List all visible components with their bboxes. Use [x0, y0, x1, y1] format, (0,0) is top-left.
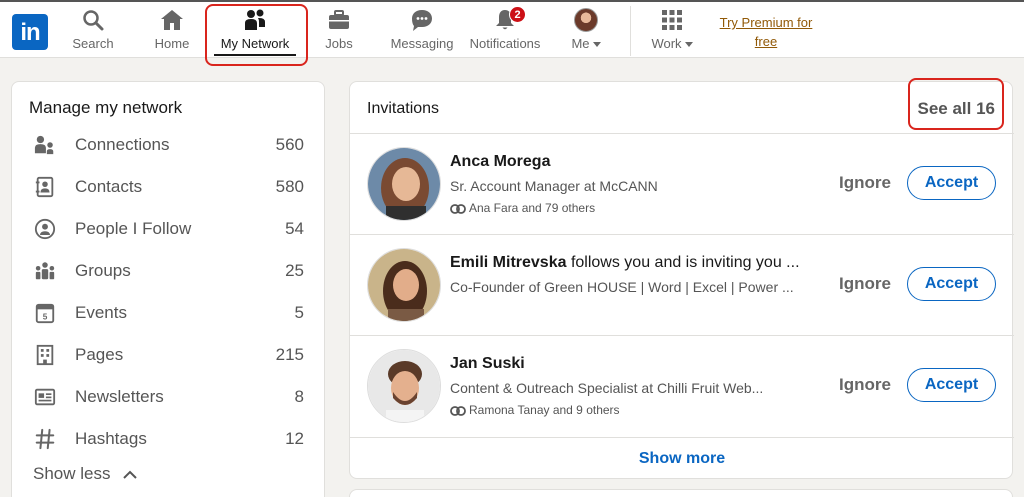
contacts-icon: [35, 176, 54, 198]
sidebar-item-contacts[interactable]: Contacts 580: [12, 168, 326, 208]
chat-icon: [412, 10, 432, 31]
sidebar-item-hashtags[interactable]: Hashtags 12: [12, 420, 326, 460]
nav-divider: [630, 6, 631, 56]
sidebar-item-newsletters[interactable]: Newsletters 8: [12, 378, 326, 418]
profile-photo[interactable]: [367, 147, 441, 221]
show-more-button[interactable]: Show more: [350, 437, 1014, 479]
svg-text:5: 5: [43, 312, 48, 321]
sidebar-item-label: Pages: [75, 345, 124, 364]
avatar: [574, 8, 598, 32]
show-less-button[interactable]: Show less: [33, 464, 137, 484]
try-premium-link[interactable]: Try Premium for free: [712, 13, 820, 51]
sidebar-item-count: 215: [275, 345, 304, 364]
premium-line-2: free: [754, 34, 778, 49]
ignore-button[interactable]: Ignore: [839, 173, 891, 193]
mutual-connections-icon: [450, 405, 466, 416]
search-icon: [83, 10, 104, 31]
person-follow-icon: [34, 218, 56, 240]
sidebar-item-count: 12: [285, 429, 304, 448]
sidebar-item-count: 580: [275, 177, 304, 196]
manage-network-card: Manage my network Connections 560 Contac…: [11, 81, 325, 497]
hashtag-icon: [35, 428, 55, 450]
nav-notifications[interactable]: 2 Notifications: [466, 6, 544, 56]
accept-button[interactable]: Accept: [907, 267, 996, 301]
home-icon: [161, 10, 183, 30]
profile-photo[interactable]: [367, 248, 441, 322]
connections-icon: [34, 135, 54, 155]
top-nav: in Search Home My Network Jobs Messaging…: [0, 0, 1024, 58]
grid-icon: [662, 10, 682, 30]
sidebar-item-pages[interactable]: Pages 215: [12, 336, 326, 376]
newsletter-icon: [34, 388, 56, 406]
invitation-name[interactable]: Anca Morega: [450, 153, 550, 171]
invitation-row: Emili Mitrevska follows you and is invit…: [350, 234, 1014, 335]
sidebar-item-count: 8: [294, 387, 304, 406]
chevron-down-icon: [684, 42, 693, 48]
accept-button[interactable]: Accept: [907, 368, 996, 402]
ignore-button[interactable]: Ignore: [839, 375, 891, 395]
nav-messaging[interactable]: Messaging: [388, 8, 456, 56]
calendar-icon: 5: [35, 303, 55, 324]
sidebar-item-label: Connections: [75, 135, 170, 154]
nav-notifications-label: Notifications: [469, 36, 541, 51]
next-card-edge: [349, 489, 1013, 497]
sidebar-item-label: Groups: [75, 261, 131, 280]
invitation-headline: Sr. Account Manager at McCANN: [450, 178, 658, 194]
nav-jobs[interactable]: Jobs: [320, 8, 358, 56]
building-icon: [36, 344, 54, 366]
notification-badge: 2: [509, 6, 526, 23]
invitation-row: Jan Suski Content & Outreach Specialist …: [350, 335, 1014, 436]
sidebar-item-label: Hashtags: [75, 429, 147, 448]
show-less-label: Show less: [33, 464, 111, 483]
invitation-headline: Content & Outreach Specialist at Chilli …: [450, 380, 764, 396]
nav-me-label: Me: [566, 36, 606, 51]
invitations-title: Invitations: [367, 100, 440, 117]
sidebar-item-people-i-follow[interactable]: People I Follow 54: [12, 210, 326, 250]
sidebar-item-label: People I Follow: [75, 219, 192, 238]
accept-button[interactable]: Accept: [907, 166, 996, 200]
nav-jobs-label: Jobs: [325, 36, 353, 51]
sidebar-item-count: 560: [275, 135, 304, 154]
network-icon: [245, 9, 265, 30]
chevron-up-icon: [123, 470, 137, 479]
ignore-button[interactable]: Ignore: [839, 274, 891, 294]
manage-network-title: Manage my network: [29, 98, 183, 117]
nav-work-label: Work: [644, 36, 700, 51]
nav-home[interactable]: Home: [150, 8, 194, 56]
invitation-row: Anca Morega Sr. Account Manager at McCAN…: [350, 133, 1014, 234]
nav-my-network-label: My Network: [214, 36, 296, 56]
invitation-headline: Co-Founder of Green HOUSE | Word | Excel…: [450, 279, 794, 295]
linkedin-logo[interactable]: in: [12, 14, 48, 50]
chevron-down-icon: [592, 42, 601, 48]
sidebar-item-label: Contacts: [75, 177, 143, 196]
sidebar-item-events[interactable]: 5 Events 5: [12, 294, 326, 334]
invitation-name[interactable]: Jan Suski: [450, 355, 525, 373]
nav-messaging-label: Messaging: [390, 36, 454, 51]
mutual-connections[interactable]: Ana Fara and 79 others: [450, 201, 595, 215]
nav-home-label: Home: [154, 36, 190, 51]
mutual-connections-icon: [450, 203, 466, 214]
nav-my-network[interactable]: My Network: [214, 8, 296, 56]
invitation-name[interactable]: Emili Mitrevska follows you and is invit…: [450, 254, 800, 272]
sidebar-item-count: 25: [285, 261, 304, 280]
premium-line-1: Try Premium for: [719, 15, 813, 30]
nav-me[interactable]: Me: [566, 8, 606, 56]
sidebar-item-count: 54: [285, 219, 304, 238]
sidebar-item-connections[interactable]: Connections 560: [12, 126, 326, 166]
nav-search[interactable]: Search: [68, 8, 118, 56]
sidebar-item-groups[interactable]: Groups 25: [12, 252, 326, 292]
see-all-invitations-link[interactable]: See all 16: [917, 99, 995, 119]
mutual-connections[interactable]: Ramona Tanay and 9 others: [450, 403, 620, 417]
nav-search-label: Search: [72, 36, 114, 51]
invitations-card: Invitations See all 16 Anca Morega Sr. A…: [349, 81, 1014, 479]
nav-work[interactable]: Work: [644, 8, 700, 56]
profile-photo[interactable]: [367, 349, 441, 423]
sidebar-item-count: 5: [294, 303, 304, 322]
sidebar-item-label: Events: [75, 303, 127, 322]
briefcase-icon: [329, 10, 349, 29]
sidebar-item-label: Newsletters: [75, 387, 164, 406]
groups-icon: [35, 262, 55, 280]
